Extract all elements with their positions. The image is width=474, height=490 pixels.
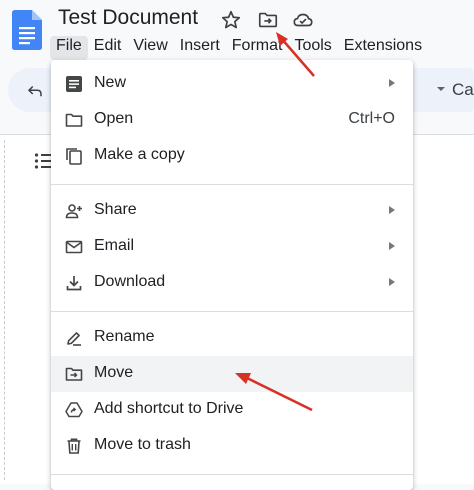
menu-item-open[interactable]: Open Ctrl+O	[51, 102, 413, 138]
document-icon	[66, 76, 82, 92]
submenu-arrow-icon	[389, 206, 395, 214]
menu-tools[interactable]: Tools	[288, 36, 337, 60]
download-icon	[66, 276, 82, 291]
menu-item-new[interactable]: New	[51, 66, 413, 102]
menu-item-download[interactable]: Download	[51, 265, 413, 301]
undo-icon[interactable]	[26, 82, 44, 100]
menu-divider	[51, 474, 413, 475]
menu-file[interactable]: File	[50, 36, 88, 60]
menu-item-label: Rename	[94, 328, 155, 345]
folder-icon	[65, 113, 83, 127]
menu-extensions[interactable]: Extensions	[338, 36, 428, 60]
menu-item-label: Add shortcut to Drive	[94, 400, 244, 417]
menu-item-label: Move	[94, 364, 134, 381]
menu-item-rename[interactable]: Rename	[51, 320, 413, 356]
vertical-ruler	[4, 140, 6, 480]
menu-item-make-a-copy[interactable]: Make a copy	[51, 138, 413, 174]
submenu-arrow-icon	[389, 79, 395, 87]
menu-bar: File Edit View Insert Format Tools Exten…	[50, 36, 428, 60]
move-folder-icon[interactable]	[257, 9, 279, 31]
menu-item-label: Move to trash	[94, 436, 191, 453]
shortcut-text: Ctrl+O	[348, 110, 395, 127]
email-icon	[65, 240, 83, 254]
drive-shortcut-icon	[65, 402, 83, 418]
share-person-icon	[65, 204, 82, 219]
menu-item-label: Email	[94, 237, 135, 254]
menu-item-share[interactable]: Share	[51, 193, 413, 229]
menu-item-email[interactable]: Email	[51, 229, 413, 265]
menu-item-label: Make a copy	[94, 146, 185, 163]
move-folder-icon	[65, 367, 83, 381]
menu-edit[interactable]: Edit	[88, 36, 128, 60]
menu-item-label: New	[94, 74, 127, 91]
font-family-select[interactable]: Ca	[452, 80, 474, 100]
menu-insert[interactable]: Insert	[174, 36, 226, 60]
menu-item-label: Share	[94, 201, 137, 218]
menu-divider	[51, 311, 413, 312]
star-icon[interactable]	[220, 9, 242, 31]
trash-icon	[67, 438, 81, 454]
cloud-status-icon[interactable]	[292, 9, 314, 31]
menu-divider	[51, 184, 413, 185]
menu-item-label: Download	[94, 273, 166, 290]
submenu-arrow-icon	[389, 242, 395, 250]
menu-item-move-to-trash[interactable]: Move to trash	[51, 428, 413, 464]
rename-icon	[67, 332, 81, 346]
copy-icon	[66, 148, 82, 165]
menu-item-add-shortcut-to-drive[interactable]: Add shortcut to Drive	[51, 392, 413, 428]
font-size-dropdown-icon[interactable]	[436, 84, 446, 94]
google-docs-logo-icon[interactable]	[12, 10, 42, 50]
menu-item-label: Open	[94, 110, 134, 127]
submenu-arrow-icon	[389, 278, 395, 286]
menu-item-move[interactable]: Move	[51, 356, 413, 392]
menu-format[interactable]: Format	[226, 36, 289, 60]
menu-view[interactable]: View	[127, 36, 173, 60]
file-menu-dropdown: New Open Ctrl+O Make a copy Share Email	[51, 60, 413, 490]
document-title[interactable]: Test Document	[58, 6, 198, 30]
